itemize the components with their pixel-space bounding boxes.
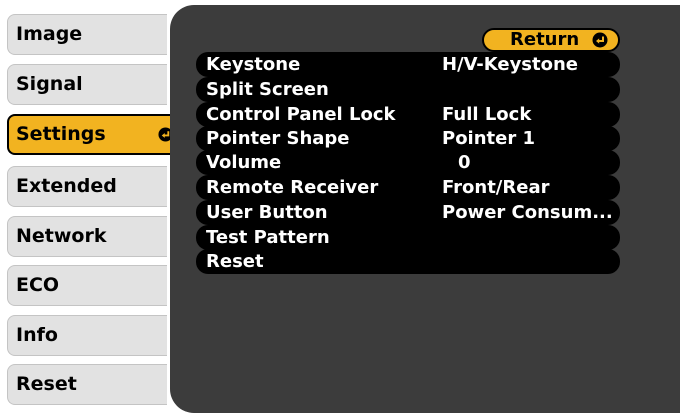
menu-item-value: Front/Rear (442, 177, 550, 198)
menu-row-pointer-shape[interactable]: Pointer Shape Pointer 1 (196, 126, 620, 151)
menu-item-label: Test Pattern (206, 227, 330, 248)
enter-icon (592, 32, 608, 48)
sidebar-item-eco[interactable]: ECO (7, 265, 167, 306)
sidebar-item-reset[interactable]: Reset (7, 364, 167, 405)
sidebar-item-signal[interactable]: Signal (7, 64, 167, 105)
return-button[interactable]: Return (482, 28, 620, 52)
sidebar-item-image[interactable]: Image (7, 14, 167, 55)
menu-item-value: Full Lock (442, 104, 532, 125)
sidebar-item-extended[interactable]: Extended (7, 166, 167, 207)
menu-item-label: Keystone (206, 54, 301, 75)
category-sidebar: Image Signal Settings Extended Network E… (0, 0, 190, 417)
menu-item-label: Split Screen (206, 79, 329, 100)
menu-item-label: Remote Receiver (206, 177, 379, 198)
menu-item-label: Volume (206, 152, 282, 173)
menu-row-control-panel-lock[interactable]: Control Panel Lock Full Lock (196, 102, 620, 127)
menu-item-value: Power Consum... (442, 202, 613, 223)
sidebar-item-info[interactable]: Info (7, 315, 167, 356)
menu-item-label: Reset (206, 251, 264, 272)
sidebar-item-label: ECO (16, 274, 60, 296)
menu-item-value: Pointer 1 (442, 128, 536, 149)
menu-item-label: User Button (206, 202, 328, 223)
menu-row-user-button[interactable]: User Button Power Consum... (196, 200, 620, 225)
menu-item-value: 0 (458, 152, 471, 173)
menu-item-label: Control Panel Lock (206, 104, 396, 125)
sidebar-item-label: Extended (16, 175, 117, 197)
menu-item-label: Pointer Shape (206, 128, 350, 149)
sidebar-item-label: Signal (16, 73, 83, 95)
menu-row-volume[interactable]: Volume 0 (196, 150, 620, 175)
sidebar-item-label: Info (16, 324, 58, 346)
menu-item-value: H/V-Keystone (442, 54, 579, 75)
sidebar-item-label: Settings (16, 123, 106, 145)
sidebar-item-label: Reset (16, 373, 77, 395)
sidebar-item-label: Network (16, 225, 107, 247)
menu-row-split-screen[interactable]: Split Screen (196, 77, 620, 102)
sidebar-item-label: Image (16, 23, 83, 45)
return-label: Return (510, 29, 580, 50)
sidebar-item-settings[interactable]: Settings (7, 114, 179, 155)
sidebar-item-network[interactable]: Network (7, 216, 167, 257)
menu-row-remote-receiver[interactable]: Remote Receiver Front/Rear (196, 175, 620, 200)
menu-row-test-pattern[interactable]: Test Pattern (196, 225, 620, 250)
menu-row-reset[interactable]: Reset (196, 249, 620, 274)
menu-row-keystone[interactable]: Keystone H/V-Keystone (196, 52, 620, 77)
